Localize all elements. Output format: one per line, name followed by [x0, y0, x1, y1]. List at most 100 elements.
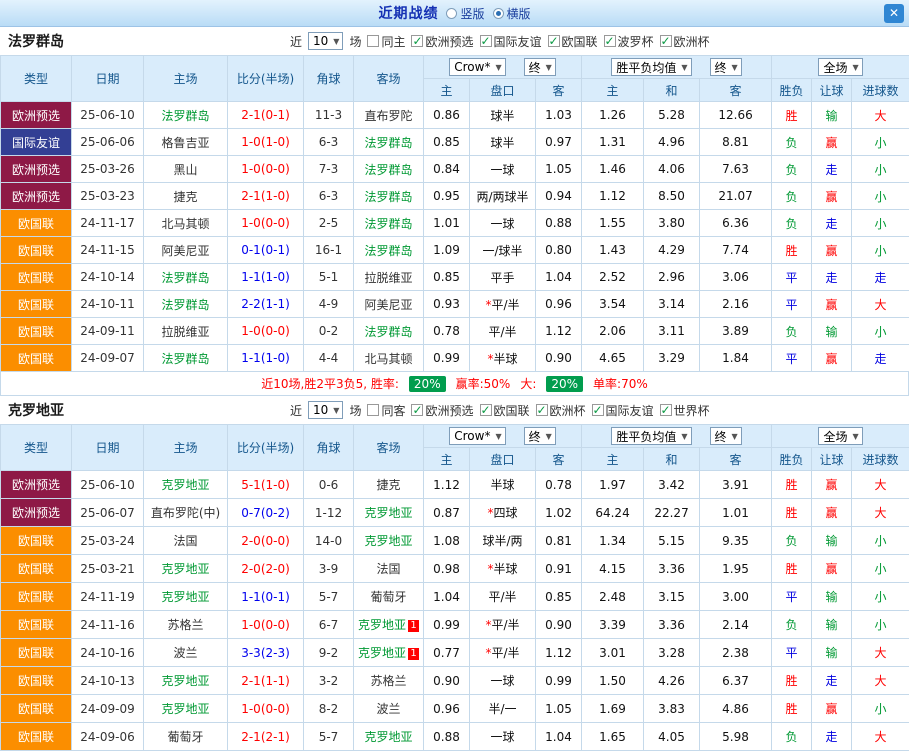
home-team: 黑山 [144, 156, 228, 183]
scope-select[interactable]: 全场 ▼ [818, 58, 862, 76]
corner-stat: 0-2 [304, 318, 354, 345]
chevron-down-icon: ▼ [546, 63, 552, 72]
asian-handicap: *平/半 [470, 611, 536, 639]
handicap-result: 赢 [812, 345, 852, 372]
euro-away-odds: 4.86 [700, 695, 772, 723]
matches-table: 类型 日期 主场 比分(半场) 角球 客场 Crow* ▼ 终 [0, 424, 909, 751]
asian-odds-time-select[interactable]: 终 ▼ [524, 58, 556, 76]
layout-radio-horizontal[interactable]: 横版 [493, 5, 531, 22]
layout-radio-vertical[interactable]: 竖版 [446, 5, 484, 22]
match-date: 25-06-10 [72, 102, 144, 129]
euro-draw-odds: 3.42 [644, 471, 700, 499]
comp-checkbox-euro-cup[interactable]: 欧洲杯 [536, 402, 586, 419]
euro-draw-odds: 4.96 [644, 129, 700, 156]
same-away-checkbox[interactable]: 同客 [367, 402, 405, 419]
favourite-star: * [487, 506, 493, 520]
col-euro-draw: 和 [644, 79, 700, 102]
euro-draw-odds: 3.36 [644, 555, 700, 583]
euro-odds-type-select[interactable]: 胜平负均值 ▼ [611, 58, 691, 76]
select-value: 10 [313, 403, 328, 417]
comp-checkbox-nations[interactable]: 欧国联 [480, 402, 530, 419]
team-header-bar: 克罗地亚 近 10 ▼ 场 同客 欧洲预选 欧国联 [0, 396, 909, 424]
euro-draw-odds: 3.83 [644, 695, 700, 723]
team-label: 法国 [173, 534, 197, 548]
away-team: 波兰 [354, 695, 424, 723]
home-team: 克罗地亚 [144, 555, 228, 583]
corner-stat: 1-12 [304, 499, 354, 527]
euro-draw-odds: 4.29 [644, 237, 700, 264]
team-label: 克罗地亚 [161, 590, 209, 604]
match-score: 2-1(1-1) [228, 667, 304, 695]
odds-company-select[interactable]: Crow* ▼ [449, 427, 505, 445]
goals-result: 小 [852, 210, 909, 237]
euro-odds-time-select[interactable]: 终 ▼ [710, 58, 742, 76]
same-home-checkbox[interactable]: 同主 [367, 33, 405, 50]
comp-checkbox-world-cup[interactable]: 世界杯 [660, 402, 710, 419]
asian-home-odds: 0.77 [424, 639, 470, 667]
col-date: 日期 [72, 56, 144, 102]
away-team: 法罗群岛 [354, 318, 424, 345]
asian-home-odds: 0.90 [424, 667, 470, 695]
comp-checkbox-friendly[interactable]: 国际友谊 [592, 402, 654, 419]
euro-odds-type-select[interactable]: 胜平负均值 ▼ [611, 427, 691, 445]
home-team: 苏格兰 [144, 611, 228, 639]
asian-away-odds: 1.03 [536, 102, 582, 129]
comp-checkbox-baltic-cup[interactable]: 波罗杯 [604, 33, 654, 50]
checkbox-icon [480, 404, 492, 416]
team-label: 法罗群岛 [364, 325, 412, 339]
euro-home-odds: 1.34 [582, 527, 644, 555]
asian-handicap: *平/半 [470, 291, 536, 318]
odds-company-select[interactable]: Crow* ▼ [449, 58, 505, 76]
asian-away-odds: 0.81 [536, 527, 582, 555]
comp-checkbox-nations[interactable]: 欧国联 [548, 33, 598, 50]
match-row: 欧国联24-11-16苏格兰1-0(0-0)6-7克罗地亚10.99*平/半0.… [1, 611, 909, 639]
asian-away-odds: 0.85 [536, 583, 582, 611]
match-row: 欧国联24-10-16波兰3-3(2-3)9-2克罗地亚10.77*平/半1.1… [1, 639, 909, 667]
euro-draw-odds: 4.26 [644, 667, 700, 695]
match-date: 24-11-16 [72, 611, 144, 639]
home-team: 克罗地亚 [144, 667, 228, 695]
competition-tag: 欧国联 [1, 695, 72, 723]
asian-home-odds: 0.87 [424, 499, 470, 527]
match-count-select[interactable]: 10 ▼ [308, 401, 343, 419]
team-label: 苏格兰 [370, 674, 406, 688]
asian-odds-time-select[interactable]: 终 ▼ [524, 427, 556, 445]
home-team: 法罗群岛 [144, 345, 228, 372]
euro-home-odds: 1.55 [582, 210, 644, 237]
wdl-result: 胜 [772, 237, 812, 264]
team-label: 波兰 [173, 646, 197, 660]
asian-home-odds: 0.84 [424, 156, 470, 183]
euro-away-odds: 3.89 [700, 318, 772, 345]
col-euro-home: 主 [582, 448, 644, 471]
comp-checkbox-euro-cup[interactable]: 欧洲杯 [660, 33, 710, 50]
match-row: 欧洲预选25-03-23捷克2-1(1-0)6-3法罗群岛0.95两/两球半0.… [1, 183, 909, 210]
euro-away-odds: 21.07 [700, 183, 772, 210]
comp-checkbox-euro-qual[interactable]: 欧洲预选 [411, 33, 473, 50]
close-icon[interactable]: ✕ [884, 4, 904, 23]
competition-tag: 欧国联 [1, 639, 72, 667]
checkbox-label: 欧国联 [562, 33, 598, 50]
comp-checkbox-friendly[interactable]: 国际友谊 [480, 33, 542, 50]
team-label: 法罗群岛 [161, 352, 209, 366]
euro-home-odds: 1.65 [582, 723, 644, 751]
comp-checkbox-euro-qual[interactable]: 欧洲预选 [411, 402, 473, 419]
euro-away-odds: 3.00 [700, 583, 772, 611]
goals-result: 小 [852, 555, 909, 583]
competition-tag: 欧国联 [1, 527, 72, 555]
match-count-select[interactable]: 10 ▼ [308, 32, 343, 50]
handicap-result: 输 [812, 102, 852, 129]
away-team: 法国 [354, 555, 424, 583]
match-row: 欧国联24-10-11法罗群岛2-2(1-1)4-9阿美尼亚0.93*平/半0.… [1, 291, 909, 318]
team-label: 法罗群岛 [161, 298, 209, 312]
asian-home-odds: 1.12 [424, 471, 470, 499]
euro-odds-time-select[interactable]: 终 ▼ [710, 427, 742, 445]
away-team: 法罗群岛 [354, 129, 424, 156]
col-home: 主场 [144, 425, 228, 471]
handicap-result: 输 [812, 611, 852, 639]
near-label: 近 [290, 402, 302, 419]
euro-away-odds: 1.84 [700, 345, 772, 372]
match-date: 24-09-11 [72, 318, 144, 345]
col-euro-away: 客 [700, 448, 772, 471]
home-team: 克罗地亚 [144, 583, 228, 611]
scope-select[interactable]: 全场 ▼ [818, 427, 862, 445]
